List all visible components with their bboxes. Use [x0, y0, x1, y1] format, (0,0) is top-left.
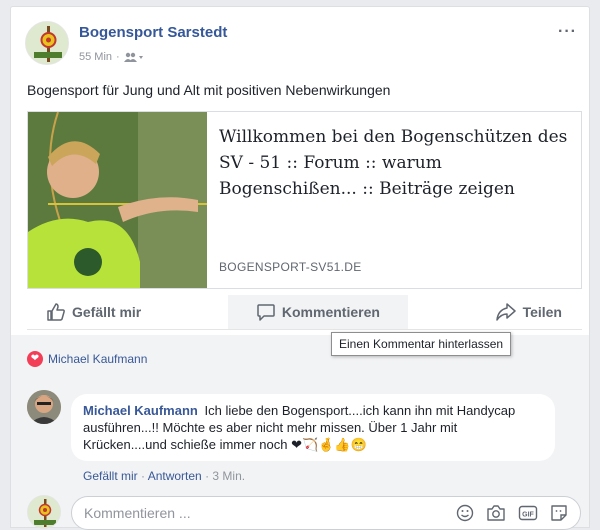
meta-separator: · — [116, 51, 120, 63]
like-button[interactable]: Gefällt mir — [27, 295, 161, 329]
camera-icon[interactable] — [486, 504, 506, 522]
sticker-icon[interactable] — [550, 504, 568, 522]
page-avatar[interactable] — [25, 21, 69, 65]
comment-time[interactable]: 3 Min. — [212, 469, 245, 483]
comments-section: ❤ Michael Kaufmann Michael Kaufmann Ich … — [11, 335, 589, 530]
like-label: Gefällt mir — [72, 303, 142, 320]
comment-bubble: Michael Kaufmann Ich liebe den Bogenspor… — [71, 394, 555, 461]
share-icon — [495, 302, 516, 321]
post-actions: Gefällt mir Kommentieren Teilen — [27, 294, 582, 330]
gif-icon[interactable]: GIF — [518, 504, 538, 522]
link-preview[interactable]: Willkommen bei den Bogenschützen des SV … — [27, 111, 582, 289]
comment-input[interactable] — [84, 505, 456, 521]
share-button[interactable]: Teilen — [476, 295, 582, 329]
post-time[interactable]: 55 Min — [79, 51, 112, 63]
link-preview-body[interactable]: Willkommen bei den Bogenschützen des SV … — [207, 112, 581, 288]
reactions-summary[interactable]: ❤ Michael Kaufmann — [27, 351, 147, 367]
composer-tools: GIF — [456, 504, 568, 522]
reaction-names[interactable]: Michael Kaufmann — [48, 352, 147, 366]
link-domain: BOGENSPORT-SV51.DE — [219, 260, 362, 274]
comment-reply-link[interactable]: Antworten — [148, 469, 202, 483]
page-name[interactable]: Bogensport Sarstedt — [79, 24, 227, 41]
comment-author[interactable]: Michael Kaufmann — [83, 403, 198, 418]
comment-icon — [257, 303, 275, 321]
emoji-icon[interactable] — [456, 504, 474, 522]
post-card: Bogensport Sarstedt 55 Min · ··· Bogensp… — [10, 6, 590, 530]
comment-composer[interactable]: GIF — [71, 496, 581, 530]
comment-separator: · — [141, 469, 146, 483]
comment-button[interactable]: Kommentieren — [228, 294, 409, 329]
link-title[interactable]: Willkommen bei den Bogenschützen des SV … — [219, 124, 569, 202]
post-text: Bogensport für Jung und Alt mit positive… — [27, 82, 391, 98]
composer-avatar — [27, 495, 61, 529]
friends-icon[interactable] — [123, 52, 144, 62]
comment-emojis: ❤🏹🤞👍😁 — [291, 437, 367, 452]
heart-icon: ❤ — [27, 351, 43, 367]
post-meta: 55 Min · — [79, 51, 144, 63]
thumbs-up-icon — [47, 302, 65, 321]
more-options-icon[interactable]: ··· — [558, 23, 577, 41]
svg-text:GIF: GIF — [522, 512, 534, 519]
link-preview-image[interactable] — [28, 112, 207, 288]
comment-like-link[interactable]: Gefällt mir — [83, 469, 138, 483]
comment-tooltip: Einen Kommentar hinterlassen — [331, 332, 512, 356]
comment-separator: · — [205, 469, 210, 483]
comment-label: Kommentieren — [281, 303, 380, 320]
commenter-avatar[interactable] — [27, 390, 61, 424]
share-label: Teilen — [522, 303, 562, 320]
comment-actions: Gefällt mir · Antworten · 3 Min. — [83, 469, 245, 483]
